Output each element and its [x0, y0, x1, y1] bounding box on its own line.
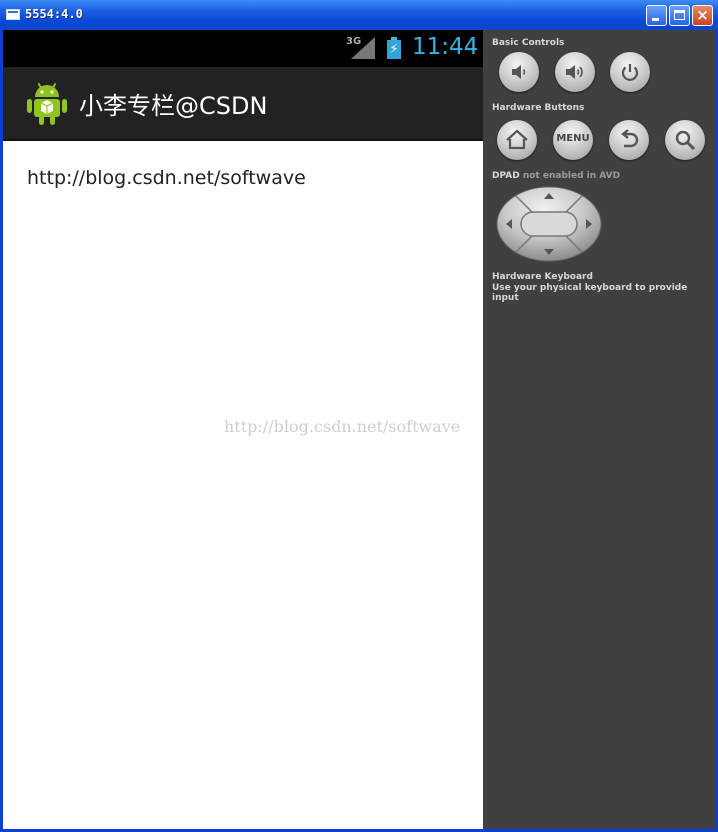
android-icon[interactable] — [27, 81, 67, 125]
menu-label: MENU — [556, 133, 590, 144]
basic-controls-label: Basic Controls — [492, 38, 565, 48]
battery-icon: ⚡ — [387, 37, 401, 59]
network-type: 3G — [346, 36, 362, 47]
menu-button[interactable]: MENU — [553, 120, 593, 160]
volume-down-icon — [512, 65, 526, 79]
status-bar[interactable]: 3G ⚡ 11:44 — [3, 30, 483, 67]
hardware-keyboard-label: Hardware Keyboard — [492, 272, 593, 282]
power-button[interactable] — [610, 52, 650, 92]
power-icon — [621, 64, 639, 81]
title-bar[interactable]: 5554:4.0 × — [0, 0, 718, 30]
search-button[interactable] — [665, 120, 705, 160]
minimize-button[interactable] — [646, 5, 667, 26]
hardware-keyboard-note: Use your physical keyboard to provide in… — [492, 283, 688, 303]
home-button[interactable] — [497, 120, 537, 160]
status-clock: 11:44 — [412, 34, 479, 60]
action-bar: 小李专栏@CSDN — [3, 67, 483, 141]
hardware-buttons-label: Hardware Buttons — [492, 103, 585, 113]
maximize-button[interactable] — [669, 5, 690, 26]
dpad-title: DPAD — [492, 171, 520, 181]
volume-up-icon — [566, 65, 583, 79]
dpad-control[interactable] — [496, 186, 602, 262]
watermark: http://blog.csdn.net/softwave — [224, 417, 461, 436]
app-title: 小李专栏@CSDN — [79, 92, 268, 120]
window-title: 5554:4.0 — [25, 7, 83, 21]
close-icon: × — [696, 6, 709, 24]
close-button[interactable]: × — [692, 5, 713, 26]
dpad-label: DPAD not enabled in AVD — [492, 171, 620, 181]
back-icon — [621, 129, 639, 148]
search-icon — [675, 130, 696, 151]
window-icon[interactable] — [6, 9, 20, 20]
dpad-note: not enabled in AVD — [522, 171, 621, 181]
volume-down-button[interactable] — [499, 52, 539, 92]
controls-panel: Basic Controls Hardware Buttons MENU DPA… — [483, 30, 715, 829]
volume-up-button[interactable] — [555, 52, 595, 92]
charging-icon: ⚡ — [389, 42, 399, 57]
home-icon — [506, 129, 528, 150]
back-button[interactable] — [609, 120, 649, 160]
emulator-window: 5554:4.0 × 3G ⚡ 11:44 小李专栏@CSDN http://b… — [0, 0, 718, 832]
blog-url-text: http://blog.csdn.net/softwave — [27, 167, 306, 189]
